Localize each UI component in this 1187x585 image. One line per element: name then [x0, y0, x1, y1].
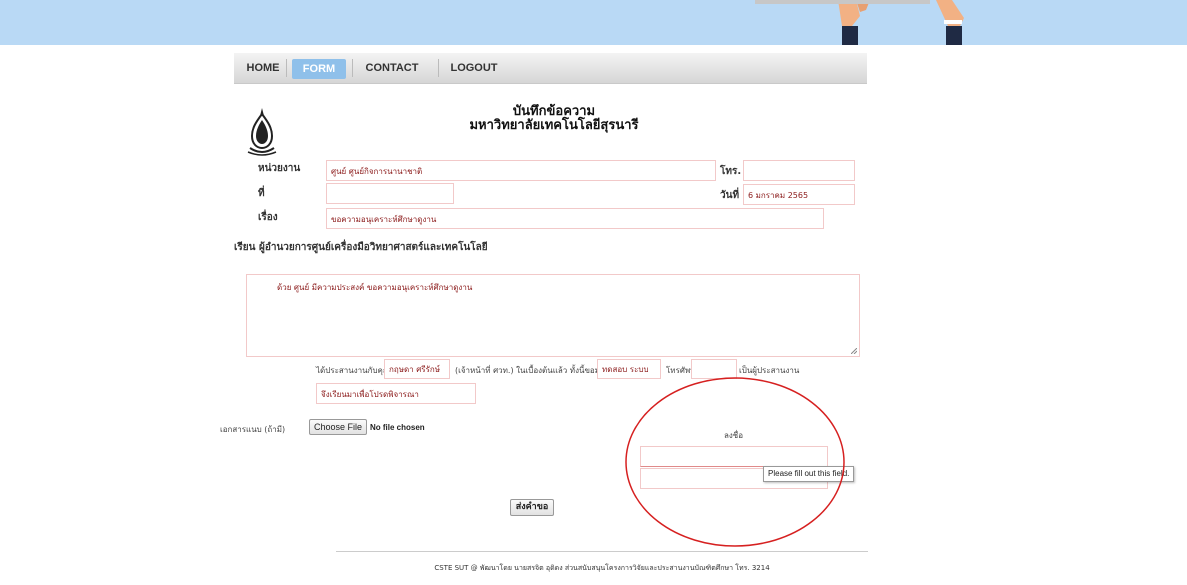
- nav-home[interactable]: HOME: [242, 53, 284, 83]
- subject-field[interactable]: ขอความอนุเคราะห์ศึกษาดูงาน: [326, 208, 824, 229]
- banner-bar: [755, 0, 930, 4]
- no-file-chosen-text: No file chosen: [370, 423, 425, 432]
- date-field[interactable]: 6 มกราคม 2565: [743, 184, 855, 205]
- footer-text: CSTE SUT @ พัฒนาโดย นายสรจิต อุดิดง ส่วน…: [434, 564, 770, 572]
- hand-illustration-right: [936, 0, 964, 45]
- phone-label: โทร.: [720, 166, 742, 177]
- memo-title-line1: บันทึกข้อความ: [512, 104, 596, 119]
- main-navigation: HOME FORM CONTACT US LOGOUT: [234, 53, 867, 104]
- nav-separator: [286, 59, 287, 77]
- nav-separator: [438, 59, 439, 77]
- choose-file-button[interactable]: Choose File: [309, 419, 367, 435]
- subject-label: เรื่อง: [258, 212, 278, 223]
- attachment-label: เอกสารแนบ (ถ้ามี): [220, 425, 286, 434]
- coordination-middle: (เจ้าหน้าที่ ศวท.) ในเบื้องต้นแล้ว ทั้งน…: [455, 366, 620, 375]
- body-textarea[interactable]: ด้วย ศูนย์ มีความประสงค์ ขอความอนุเคราะห…: [246, 274, 860, 357]
- salutation-text: เรียน ผู้อำนวยการศูนย์เครื่องมือวิทยาศาส…: [234, 242, 488, 253]
- phone-field[interactable]: [743, 160, 855, 181]
- document-number-field[interactable]: [326, 183, 454, 204]
- submit-request-button[interactable]: ส่งคำขอ: [510, 499, 554, 516]
- nav-contact-us[interactable]: CONTACT US: [358, 53, 426, 104]
- hand-illustration-left: [838, 0, 870, 45]
- date-label: วันที่: [720, 190, 740, 201]
- annotation-circle: [625, 377, 845, 547]
- memo-title-line2: มหาวิทยาลัยเทคโนโลยีสุรนารี: [469, 118, 639, 133]
- unit-label: หน่วยงาน: [258, 163, 301, 174]
- coordinator-name-field[interactable]: กฤษดา ศรีรักษ์: [384, 359, 450, 379]
- header-banner: [0, 0, 1187, 45]
- nav-logout[interactable]: LOGOUT: [448, 53, 500, 83]
- closing-field[interactable]: จึงเรียนมาเพื่อโปรดพิจารณา: [316, 383, 476, 404]
- memo-title: บันทึกข้อความ มหาวิทยาลัยเทคโนโลยีสุรนาร…: [404, 105, 704, 133]
- nav-separator: [352, 59, 353, 77]
- university-emblem-icon: [247, 108, 277, 156]
- resize-handle-icon[interactable]: [851, 348, 857, 354]
- coordination-prefix: ได้ประสานงานกับคุณ: [316, 366, 391, 375]
- body-textarea-text: ด้วย ศูนย์ มีความประสงค์ ขอความอนุเคราะห…: [277, 283, 473, 292]
- nav-form[interactable]: FORM: [292, 59, 346, 79]
- document-number-label: ที่: [258, 188, 265, 199]
- unit-field[interactable]: ศูนย์ ศูนย์กิจการนานาชาติ: [326, 160, 716, 181]
